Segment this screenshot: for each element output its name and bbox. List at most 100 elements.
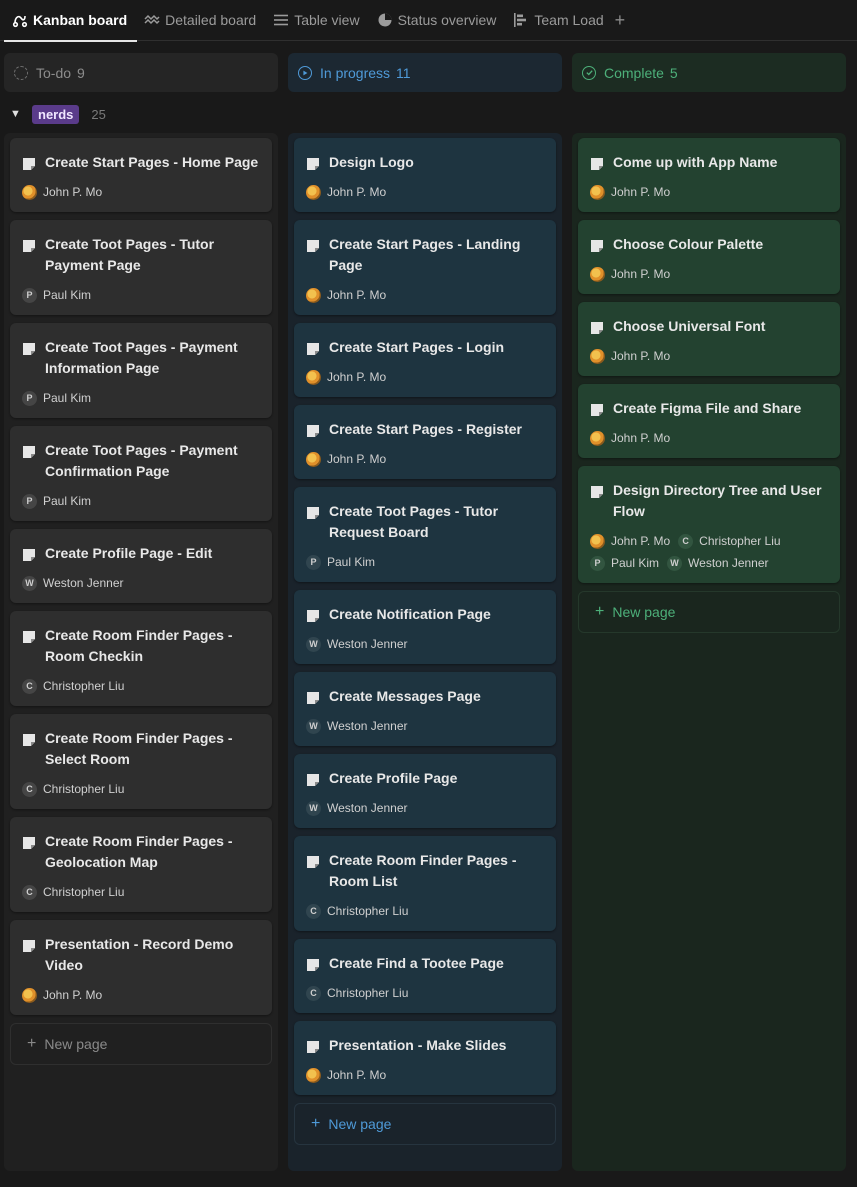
kanban-card[interactable]: Create Room Finder Pages - Geolocation M… [10, 817, 272, 912]
view-tabbar: Kanban board Detailed board Table view S… [0, 0, 857, 42]
assignee-name: Christopher Liu [327, 986, 409, 1000]
kanban-card[interactable]: Create Room Finder Pages - Select Room C C… [10, 714, 272, 809]
wave-icon [144, 14, 160, 25]
assignee: C Christopher Liu [22, 884, 124, 900]
kanban-card[interactable]: Presentation - Make Slides John P. Mo [294, 1021, 556, 1095]
column-header-complete[interactable]: Complete 5 [572, 53, 846, 92]
kanban-card[interactable]: Design Directory Tree and User Flow John … [578, 466, 840, 583]
card-assignees: C Christopher Liu [306, 903, 544, 919]
page-icon [306, 156, 320, 170]
kanban-card[interactable]: Create Start Pages - Register John P. Mo [294, 405, 556, 479]
page-icon [22, 547, 36, 561]
avatar: W [22, 575, 37, 591]
assignee: W Weston Jenner [22, 575, 124, 591]
page-icon [590, 484, 604, 498]
kanban-card[interactable]: Create Toot Pages - Payment Information … [10, 323, 272, 418]
tab-label: Status overview [397, 12, 497, 28]
kanban-card[interactable]: Create Toot Pages - Tutor Request Board P… [294, 487, 556, 582]
assignee-name: Paul Kim [43, 288, 92, 302]
kanban-card[interactable]: Create Start Pages - Login John P. Mo [294, 323, 556, 397]
avatar: W [306, 636, 321, 652]
kanban-card[interactable]: Create Notification Page W Weston Jenner [294, 590, 556, 664]
card-assignees: John P. Mo [22, 987, 260, 1003]
assignee: John P. Mo [306, 369, 386, 385]
kanban-card[interactable]: Create Toot Pages - Payment Confirmation… [10, 426, 272, 521]
assignee-name: Weston Jenner [327, 719, 408, 733]
kanban-card[interactable]: Come up with App Name John P. Mo [578, 138, 840, 212]
tab-team-load[interactable]: Team Load [509, 0, 607, 41]
tab-detailed-board[interactable]: Detailed board [140, 0, 260, 41]
card-title-row: Create Room Finder Pages - Select Room [22, 728, 260, 770]
assignee-name: Paul Kim [327, 555, 376, 569]
card-title-row: Create Toot Pages - Payment Information … [22, 337, 260, 379]
card-assignees: W Weston Jenner [306, 718, 544, 734]
assignee: P Paul Kim [22, 493, 91, 509]
tab-kanban-board[interactable]: Kanban board [3, 0, 138, 42]
card-title: Create Notification Page [329, 606, 491, 622]
timeline-icon [514, 13, 527, 27]
page-icon [22, 444, 36, 458]
assignee: John P. Mo [22, 987, 102, 1003]
kanban-card[interactable]: Create Start Pages - Landing Page John P.… [294, 220, 556, 315]
card-title: Create Start Pages - Landing Page [329, 236, 521, 273]
kanban-card[interactable]: Create Start Pages - Home Page John P. Mo [10, 138, 272, 212]
kanban-card[interactable]: Choose Universal Font John P. Mo [578, 302, 840, 376]
kanban-card[interactable]: Create Profile Page - Edit W Weston Jenner [10, 529, 272, 603]
page-icon [22, 156, 36, 170]
card-assignees: John P. Mo [590, 184, 828, 200]
new-page-label: New page [328, 1116, 392, 1132]
avatar-icon [306, 287, 321, 303]
page-icon [306, 690, 320, 704]
kanban-card[interactable]: Create Messages Page W Weston Jenner [294, 672, 556, 746]
new-page-button[interactable]: + New page [578, 591, 840, 633]
page-icon [590, 320, 604, 334]
kanban-card[interactable]: Create Figma File and Share John P. Mo [578, 384, 840, 458]
kanban-card[interactable]: Create Profile Page W Weston Jenner [294, 754, 556, 828]
card-assignees: John P. Mo [306, 287, 544, 303]
assignee-name: John P. Mo [43, 185, 103, 199]
kanban-card[interactable]: Create Toot Pages - Tutor Payment Page P P… [10, 220, 272, 315]
assignee-name: John P. Mo [327, 1068, 387, 1082]
card-title: Create Profile Page - Edit [45, 545, 213, 561]
card-assignees: John P. Mo [590, 348, 828, 364]
assignee: W Weston Jenner [306, 800, 408, 816]
assignee-name: John P. Mo [327, 288, 387, 302]
tab-label: Table view [294, 12, 360, 28]
kanban-card[interactable]: Create Room Finder Pages - Room Checkin C… [10, 611, 272, 706]
kanban-card[interactable]: Choose Colour Palette John P. Mo [578, 220, 840, 294]
card-title-row: Create Figma File and Share [590, 398, 828, 419]
page-icon [590, 238, 604, 252]
pie-icon [378, 13, 392, 27]
kanban-card[interactable]: Design Logo John P. Mo [294, 138, 556, 212]
card-title: Create Find a Tootee Page [329, 955, 504, 971]
card-title-row: Create Room Finder Pages - Room Checkin [22, 625, 260, 667]
group-header: ▼ nerds 25 [10, 104, 106, 124]
column-count: 9 [77, 64, 85, 81]
assignee: John P. Mo [306, 451, 386, 467]
new-page-button[interactable]: + New page [10, 1023, 272, 1065]
column-header-todo[interactable]: To-do 9 [4, 53, 278, 92]
assignee-name: John P. Mo [611, 431, 671, 445]
column-body-todo: Create Start Pages - Home Page John P. Mo… [4, 133, 278, 1171]
add-view-button[interactable]: + [615, 10, 626, 31]
todo-status-icon [14, 65, 28, 80]
card-title-row: Choose Universal Font [590, 316, 828, 337]
card-assignees: W Weston Jenner [22, 575, 260, 591]
tab-status-overview[interactable]: Status overview [373, 0, 501, 41]
plus-icon: + [27, 1035, 37, 1052]
tab-table-view[interactable]: Table view [269, 0, 363, 41]
card-assignees: John P. Mo [22, 184, 260, 200]
new-page-button[interactable]: + New page [294, 1103, 556, 1145]
column-header-in-progress[interactable]: In progress 11 [288, 53, 562, 92]
kanban-card[interactable]: Create Room Finder Pages - Room List C Chr… [294, 836, 556, 931]
avatar-icon [306, 1067, 321, 1083]
kanban-card[interactable]: Presentation - Record Demo Video John P. … [10, 920, 272, 1015]
card-title: Create Toot Pages - Payment Information … [45, 339, 238, 376]
page-icon [306, 341, 320, 355]
collapse-caret-icon[interactable]: ▼ [10, 108, 22, 120]
tab-label: Detailed board [165, 12, 257, 28]
page-icon [306, 608, 320, 622]
kanban-card[interactable]: Create Find a Tootee Page C Christopher Li… [294, 939, 556, 1013]
avatar: P [22, 493, 37, 509]
column-count: 5 [669, 64, 678, 81]
